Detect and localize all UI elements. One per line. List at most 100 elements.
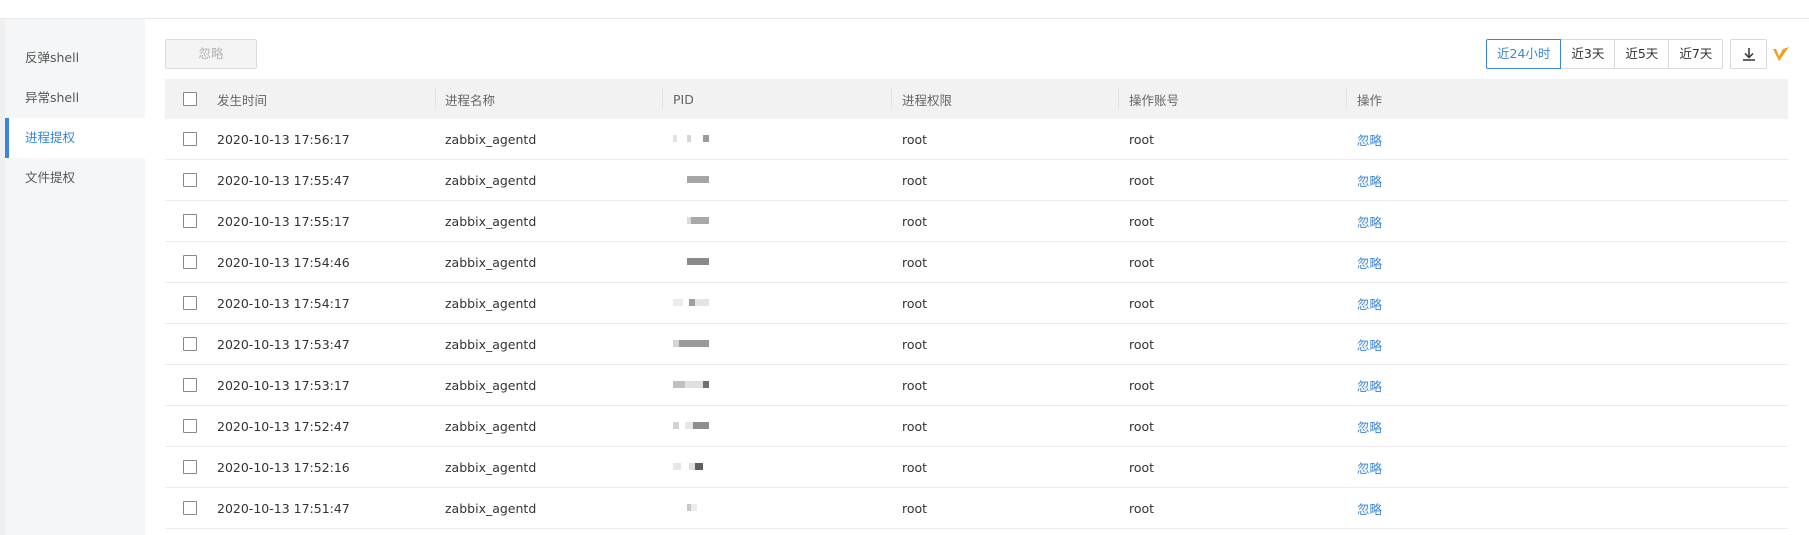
event-time: 2020-10-13 17:54:46	[217, 254, 350, 270]
sidebar-item-process-privilege[interactable]: 进程提权	[5, 118, 145, 158]
download-button[interactable]	[1730, 39, 1767, 69]
event-time: 2020-10-13 17:52:16	[217, 459, 350, 475]
process-name: zabbix_agentd	[445, 295, 537, 311]
column-divider	[662, 89, 663, 109]
process-name: zabbix_agentd	[445, 500, 537, 516]
row-ignore-link[interactable]: 忽略	[1357, 488, 1382, 528]
bulk-ignore-button[interactable]: 忽略	[165, 39, 257, 69]
row-ignore-link[interactable]: 忽略	[1357, 324, 1382, 364]
row-checkbox[interactable]	[183, 406, 197, 446]
pid-redacted	[673, 119, 713, 159]
header-privilege: 进程权限	[902, 92, 953, 108]
header-time: 发生时间	[217, 92, 268, 108]
operator-account: root	[1129, 254, 1155, 270]
pid-redacted	[673, 201, 713, 241]
process-privilege: root	[902, 213, 928, 229]
process-name: zabbix_agentd	[445, 213, 537, 229]
select-all-checkbox[interactable]	[183, 79, 197, 119]
pid-redacted	[673, 160, 713, 200]
process-privilege: root	[902, 172, 928, 188]
process-privilege: root	[902, 131, 928, 147]
column-divider	[1118, 89, 1119, 109]
pid-redacted	[673, 488, 713, 528]
row-ignore-link[interactable]: 忽略	[1357, 447, 1382, 487]
sidebar-item-abnormal-shell[interactable]: 异常shell	[5, 78, 145, 118]
range-5d-button[interactable]: 近5天	[1614, 39, 1670, 69]
pid-redacted	[673, 283, 713, 323]
process-name: zabbix_agentd	[445, 377, 537, 393]
sidebar-item-label: 反弹shell	[25, 50, 80, 65]
event-time: 2020-10-13 17:54:17	[217, 295, 350, 311]
process-privilege: root	[902, 295, 928, 311]
sidebar-item-file-privilege[interactable]: 文件提权	[5, 158, 145, 198]
header-process-name: 进程名称	[445, 92, 496, 108]
time-range-group: 近24小时 近3天 近5天 近7天	[1486, 39, 1724, 69]
events-table: 发生时间 进程名称 PID 进程权限 操作账号 操作 2020-10-13 17…	[165, 79, 1788, 529]
table-row: 2020-10-13 17:55:17 zabbix_agentd root root…	[165, 201, 1788, 242]
pid-redacted	[673, 242, 713, 282]
column-divider	[435, 89, 436, 109]
download-icon	[1742, 48, 1755, 61]
process-name: zabbix_agentd	[445, 336, 537, 352]
operator-account: root	[1129, 295, 1155, 311]
process-privilege: root	[902, 500, 928, 516]
row-ignore-link[interactable]: 忽略	[1357, 160, 1382, 200]
range-3d-button[interactable]: 近3天	[1560, 39, 1616, 69]
process-name: zabbix_agentd	[445, 131, 537, 147]
process-privilege: root	[902, 336, 928, 352]
row-ignore-link[interactable]: 忽略	[1357, 201, 1382, 241]
row-ignore-link[interactable]: 忽略	[1357, 406, 1382, 446]
sidebar: 反弹shell 异常shell 进程提权 文件提权	[5, 19, 145, 535]
table-header: 发生时间 进程名称 PID 进程权限 操作账号 操作	[165, 79, 1788, 119]
row-checkbox[interactable]	[183, 242, 197, 282]
table-row: 2020-10-13 17:52:47 zabbix_agentd root root…	[165, 406, 1788, 447]
table-row: 2020-10-13 17:53:47 zabbix_agentd root root…	[165, 324, 1788, 365]
process-privilege: root	[902, 377, 928, 393]
row-ignore-link[interactable]: 忽略	[1357, 283, 1382, 323]
row-checkbox[interactable]	[183, 488, 197, 528]
row-ignore-link[interactable]: 忽略	[1357, 119, 1382, 159]
table-row: 2020-10-13 17:54:17 zabbix_agentd root root…	[165, 283, 1788, 324]
row-checkbox[interactable]	[183, 283, 197, 323]
event-time: 2020-10-13 17:51:47	[217, 500, 350, 516]
header-action: 操作	[1357, 92, 1383, 108]
column-divider	[891, 89, 892, 109]
process-privilege: root	[902, 418, 928, 434]
sidebar-item-label: 文件提权	[25, 170, 76, 185]
brand-logo-icon	[1770, 41, 1792, 67]
operator-account: root	[1129, 172, 1155, 188]
row-checkbox[interactable]	[183, 119, 197, 159]
table-row: 2020-10-13 17:51:47 zabbix_agentd root root…	[165, 488, 1788, 529]
sidebar-item-label: 进程提权	[25, 130, 76, 145]
table-row: 2020-10-13 17:52:16 zabbix_agentd root root…	[165, 447, 1788, 488]
main-content: 忽略 近24小时 近3天 近5天 近7天 发生时间 进程名称 PID 进程权限 …	[145, 19, 1809, 535]
header-account: 操作账号	[1129, 92, 1180, 108]
operator-account: root	[1129, 377, 1155, 393]
pid-redacted	[673, 447, 713, 487]
row-checkbox[interactable]	[183, 324, 197, 364]
header-pid: PID	[673, 91, 694, 107]
operator-account: root	[1129, 459, 1155, 475]
operator-account: root	[1129, 131, 1155, 147]
process-name: zabbix_agentd	[445, 459, 537, 475]
row-checkbox[interactable]	[183, 201, 197, 241]
row-ignore-link[interactable]: 忽略	[1357, 242, 1382, 282]
row-checkbox[interactable]	[183, 160, 197, 200]
range-24h-button[interactable]: 近24小时	[1486, 39, 1562, 69]
sidebar-item-reverse-shell[interactable]: 反弹shell	[5, 38, 145, 78]
event-time: 2020-10-13 17:53:47	[217, 336, 350, 352]
process-name: zabbix_agentd	[445, 172, 537, 188]
row-checkbox[interactable]	[183, 447, 197, 487]
sidebar-item-label: 异常shell	[25, 90, 80, 105]
event-time: 2020-10-13 17:53:17	[217, 377, 350, 393]
event-time: 2020-10-13 17:56:17	[217, 131, 350, 147]
range-7d-button[interactable]: 近7天	[1668, 39, 1724, 69]
pid-redacted	[673, 365, 713, 405]
event-time: 2020-10-13 17:52:47	[217, 418, 350, 434]
table-row: 2020-10-13 17:56:17 zabbix_agentd root root…	[165, 119, 1788, 160]
event-time: 2020-10-13 17:55:17	[217, 213, 350, 229]
event-time: 2020-10-13 17:55:47	[217, 172, 350, 188]
table-row: 2020-10-13 17:55:47 zabbix_agentd root root…	[165, 160, 1788, 201]
row-checkbox[interactable]	[183, 365, 197, 405]
row-ignore-link[interactable]: 忽略	[1357, 365, 1382, 405]
